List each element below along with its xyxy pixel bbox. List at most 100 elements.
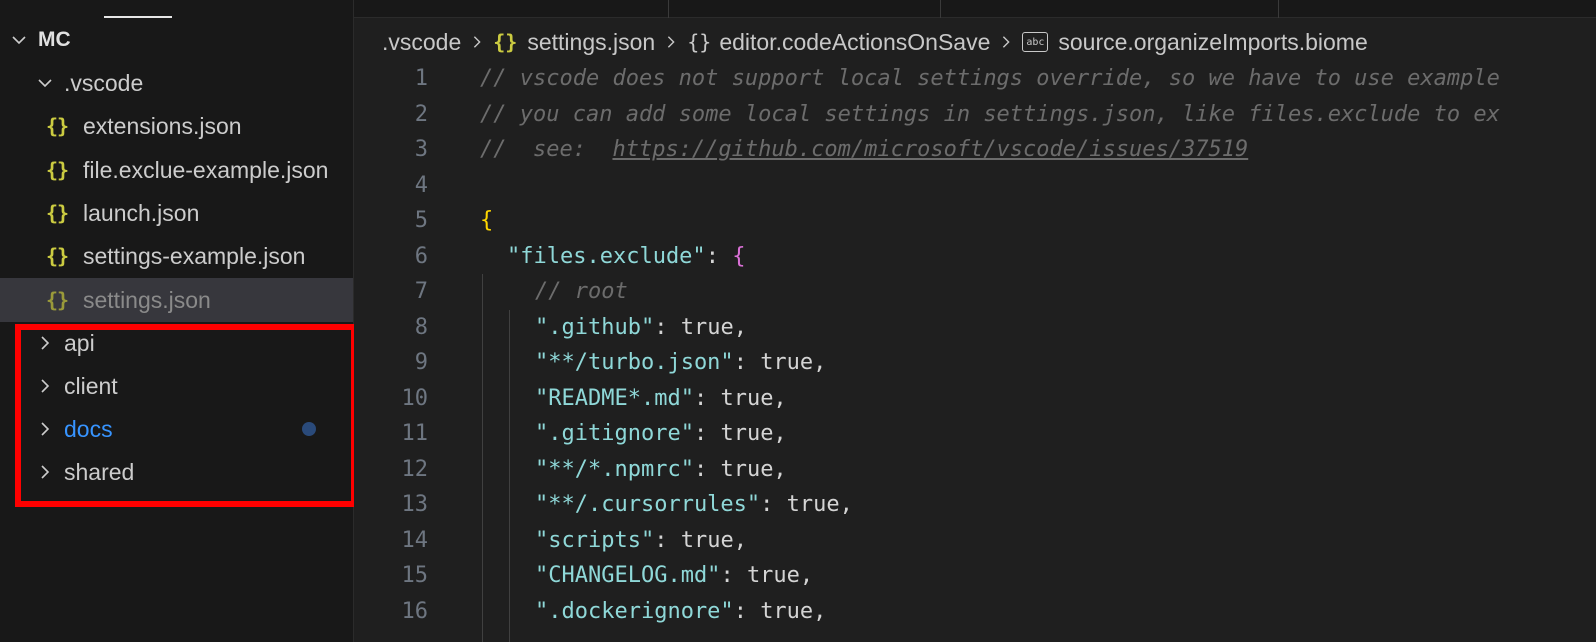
code-line: 15 "CHANGELOG.md": true, xyxy=(354,558,1596,594)
root-folder-label: MC xyxy=(38,28,71,51)
breadcrumb-object[interactable]: {} editor.codeActionsOnSave xyxy=(687,29,990,56)
code-line: 4 xyxy=(354,168,1596,204)
line-number: 7 xyxy=(414,279,428,305)
tree-folder-docs[interactable]: docs xyxy=(0,407,353,451)
json-value: true, xyxy=(680,527,747,553)
json-value: true, xyxy=(760,350,827,376)
code-line: 12 "**/*.npmrc": true, xyxy=(354,452,1596,488)
exclude-entry: "CHANGELOG.md": true, xyxy=(535,563,814,589)
exclude-entry: ".dockerignore": true, xyxy=(535,598,827,624)
breadcrumb-string-label: source.organizeImports.biome xyxy=(1058,28,1368,55)
breadcrumb-string[interactable]: abc source.organizeImports.biome xyxy=(1022,28,1368,56)
tab-divider xyxy=(1278,0,1279,18)
json-file-icon: {} xyxy=(46,201,69,225)
line-number: 11 xyxy=(401,421,429,447)
comment: // you can add some local settings in se… xyxy=(480,101,1500,127)
json-file-icon: {} xyxy=(493,30,518,54)
json-value: true, xyxy=(720,456,787,482)
tree-file-extensions-json[interactable]: {} extensions.json xyxy=(0,104,353,148)
exclude-entry: ".github": true, xyxy=(535,314,747,340)
github-issue-link[interactable]: https://github.com/microsoft/vscode/issu… xyxy=(612,137,1248,162)
json-key: "**/*.npmrc" xyxy=(535,456,694,482)
chevron-right-icon xyxy=(999,35,1013,49)
chevron-right-icon xyxy=(470,35,484,49)
code-line: 6 "files.exclude": { xyxy=(354,239,1596,275)
exclude-entry: "**/turbo.json": true, xyxy=(535,350,827,376)
tree-item-label: file.exclue-example.json xyxy=(83,156,329,183)
json-key: "README*.md" xyxy=(535,385,694,411)
comment: // vscode does not support local setting… xyxy=(480,66,1500,92)
json-key: ".dockerignore" xyxy=(535,598,734,624)
line-number: 10 xyxy=(401,385,429,411)
tree-file-settings-json[interactable]: {} settings.json xyxy=(0,278,353,322)
exclude-entry: ".gitignore": true, xyxy=(535,421,787,447)
json-key: ".gitignore" xyxy=(535,421,694,447)
chevron-right-icon xyxy=(36,334,54,352)
code-line: 16 ".dockerignore": true, xyxy=(354,594,1596,630)
tab-divider xyxy=(940,0,941,18)
line-number: 5 xyxy=(414,208,428,234)
code-line: 1 // vscode does not support local setti… xyxy=(354,61,1596,97)
vscode-window: MC .vscode {} extensions.json {} file.ex… xyxy=(0,0,1596,642)
json-key: "**/.cursorrules" xyxy=(535,492,761,518)
tree-item-label: shared xyxy=(64,458,135,485)
tree-file-exclue-example-json[interactable]: {} file.exclue-example.json xyxy=(0,148,353,192)
json-file-icon: {} xyxy=(46,158,69,182)
json-file-icon: {} xyxy=(46,288,69,312)
tree-folder-api[interactable]: api xyxy=(0,321,353,365)
json-file-icon: {} xyxy=(46,114,69,138)
line-number: 9 xyxy=(414,350,428,376)
code-line: 3 // see: https://github.com/microsoft/v… xyxy=(354,132,1596,168)
code-line: 5 { xyxy=(354,203,1596,239)
code-line: 7 // root xyxy=(354,274,1596,310)
breadcrumb-object-label: editor.codeActionsOnSave xyxy=(719,28,991,55)
chevron-right-icon xyxy=(664,35,678,49)
code-line: 8 ".github": true, xyxy=(354,310,1596,346)
modified-dot-icon xyxy=(302,422,316,436)
code-line: 11 ".gitignore": true, xyxy=(354,416,1596,452)
breadcrumb-file[interactable]: {} settings.json xyxy=(493,29,655,56)
explorer-root-mc[interactable]: MC xyxy=(0,18,353,62)
tree-file-launch-json[interactable]: {} launch.json xyxy=(0,191,353,235)
json-value: true, xyxy=(720,385,787,411)
json-value: true, xyxy=(786,492,853,518)
json-value: true, xyxy=(720,421,787,447)
line-number: 13 xyxy=(401,492,429,518)
tree-item-label: .vscode xyxy=(64,69,144,96)
exclude-entry: "**/*.npmrc": true, xyxy=(535,456,787,482)
tree-folder-vscode[interactable]: .vscode xyxy=(0,61,353,105)
line-number: 15 xyxy=(401,563,429,589)
object-braces-icon: {} xyxy=(687,30,712,54)
line-number: 6 xyxy=(414,243,428,269)
tree-item-label: docs xyxy=(64,415,113,442)
code-editor: .vscode {} settings.json {} editor.codeA… xyxy=(354,0,1596,642)
code-line: 2 // you can add some local settings in … xyxy=(354,97,1596,133)
explorer-sidebar: MC .vscode {} extensions.json {} file.ex… xyxy=(0,0,354,642)
chevron-right-icon xyxy=(36,463,54,481)
json-file-icon: {} xyxy=(46,244,69,268)
tree-folder-client[interactable]: client xyxy=(0,364,353,408)
tab-divider xyxy=(668,0,669,18)
json-key: "scripts" xyxy=(535,527,655,553)
tree-item-label: launch.json xyxy=(83,199,200,226)
code-line: 14 "scripts": true, xyxy=(354,523,1596,559)
tree-item-label: extensions.json xyxy=(83,112,242,139)
breadcrumb-folder[interactable]: .vscode xyxy=(382,29,461,56)
json-key: "files.exclude" xyxy=(507,243,706,269)
files-exclude-key: "files.exclude": { xyxy=(507,244,745,269)
line-number: 3 xyxy=(414,137,428,163)
json-key: "**/turbo.json" xyxy=(535,350,734,376)
string-abc-icon: abc xyxy=(1022,32,1049,52)
exclude-entry: "README*.md": true, xyxy=(535,385,787,411)
code-content[interactable]: 1 // vscode does not support local setti… xyxy=(354,61,1596,642)
breadcrumb: .vscode {} settings.json {} editor.codeA… xyxy=(382,24,1368,60)
line-number: 4 xyxy=(414,172,428,198)
tree-item-label: api xyxy=(64,329,95,356)
code-line: 10 "README*.md": true, xyxy=(354,381,1596,417)
json-value: true, xyxy=(760,598,827,624)
tree-file-settings-example-json[interactable]: {} settings-example.json xyxy=(0,234,353,278)
tree-item-label: settings.json xyxy=(83,286,211,313)
tree-item-label: client xyxy=(64,372,118,399)
tree-folder-shared[interactable]: shared xyxy=(0,450,353,494)
json-key: ".github" xyxy=(535,314,655,340)
